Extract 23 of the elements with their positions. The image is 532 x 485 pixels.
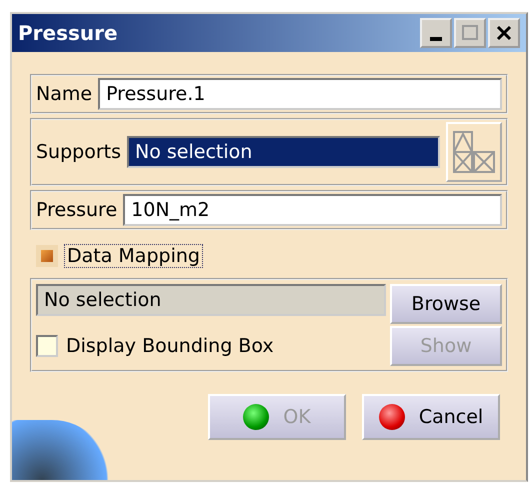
close-button[interactable] [488, 18, 520, 48]
selection-button[interactable] [446, 122, 502, 182]
checkbox[interactable] [36, 245, 58, 267]
checkbox-label: Display Bounding Box [66, 335, 274, 357]
browse-button[interactable]: Browse [390, 284, 502, 324]
minimize-icon [430, 37, 442, 41]
sphere-icon [243, 404, 270, 430]
boxes-icon [452, 130, 496, 174]
file-field[interactable]: No selection [36, 284, 386, 316]
checkbox-label: Data Mapping [64, 244, 203, 268]
name-field[interactable]: Pressure.1 [98, 78, 502, 110]
close-icon [496, 25, 512, 41]
supports-field[interactable]: No selection [127, 136, 440, 168]
maximize-icon [462, 25, 478, 41]
window-title: Pressure [18, 21, 118, 45]
field-label: Name [36, 83, 92, 105]
checkbox[interactable] [36, 335, 58, 357]
field-label: Supports [36, 141, 122, 163]
field-label: Pressure [36, 199, 118, 221]
cancel-button[interactable]: Cancel [362, 394, 500, 440]
pressure-field[interactable]: 10N_m2 [123, 194, 502, 226]
sphere-icon [378, 404, 405, 430]
minimize-button[interactable] [420, 18, 452, 48]
